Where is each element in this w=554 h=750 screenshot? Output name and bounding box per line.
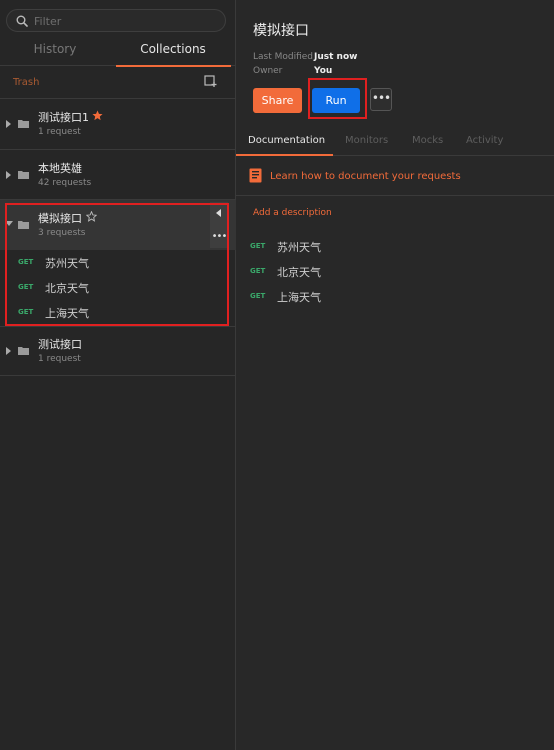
page-title: 模拟接口 [253, 23, 309, 39]
collection-request-count: 42 requests [38, 178, 92, 188]
caret-right-icon[interactable] [6, 171, 11, 179]
collection-name: 测试接口 [38, 338, 82, 351]
documentation-hint: Learn how to document your requests [236, 156, 554, 196]
caret-right-icon[interactable] [6, 120, 11, 128]
folder-icon [18, 171, 29, 179]
doc-request-item[interactable]: GET 上海天气 [250, 288, 370, 306]
collection-name: 测试接口1 [38, 111, 89, 124]
book-icon [249, 168, 262, 183]
detail-tabs: Documentation Monitors Mocks Activity [235, 129, 554, 156]
sidebar: History Collections Trash 测试接口1 1 reques… [0, 0, 236, 750]
method-badge: GET [250, 242, 266, 250]
tab-monitors[interactable]: Monitors [345, 135, 388, 146]
request-name: 北京天气 [277, 266, 321, 279]
highlight-box [5, 203, 229, 326]
divider [0, 375, 236, 376]
tab-mocks[interactable]: Mocks [412, 135, 443, 146]
folder-icon [18, 120, 29, 128]
trash-link[interactable]: Trash [13, 77, 39, 88]
tab-activity[interactable]: Activity [466, 135, 503, 146]
method-badge: GET [250, 292, 266, 300]
new-collection-icon[interactable] [204, 74, 218, 88]
share-button[interactable]: Share [253, 88, 302, 113]
method-badge: GET [250, 267, 266, 275]
doc-request-item[interactable]: GET 苏州天气 [250, 238, 370, 256]
filter-box[interactable] [6, 9, 226, 32]
collection-item[interactable]: 测试接口1 1 request [0, 99, 236, 149]
owner-value: You [314, 66, 333, 76]
last-modified-label: Last Modified [253, 52, 314, 62]
owner-label: Owner [253, 66, 283, 76]
collection-detail-panel: 模拟接口 Last Modified Just now Owner You Sh… [235, 0, 554, 750]
tab-history[interactable]: History [0, 42, 110, 66]
doc-request-item[interactable]: GET 北京天气 [250, 263, 370, 281]
search-icon [16, 15, 28, 27]
tab-collections[interactable]: Collections [116, 42, 231, 67]
request-name: 上海天气 [277, 291, 321, 304]
learn-docs-link[interactable]: Learn how to document your requests [270, 171, 461, 182]
folder-icon [18, 347, 29, 355]
collection-request-count: 1 request [38, 354, 81, 364]
collection-request-count: 1 request [38, 127, 81, 137]
filter-input[interactable] [34, 13, 214, 29]
add-description-link[interactable]: Add a description [253, 208, 332, 218]
collection-item[interactable]: 本地英雄 42 requests [0, 150, 236, 199]
collection-name: 本地英雄 [38, 162, 82, 175]
tab-documentation[interactable]: Documentation [235, 135, 334, 156]
last-modified-value: Just now [314, 52, 358, 62]
caret-right-icon[interactable] [6, 347, 11, 355]
sidebar-tabs: History Collections [0, 38, 236, 67]
request-name: 苏州天气 [277, 241, 321, 254]
more-options-button[interactable]: ••• [370, 88, 392, 111]
highlight-box [308, 78, 367, 119]
star-filled-icon[interactable] [92, 110, 103, 121]
collection-item[interactable]: 测试接口 1 request [0, 327, 236, 375]
